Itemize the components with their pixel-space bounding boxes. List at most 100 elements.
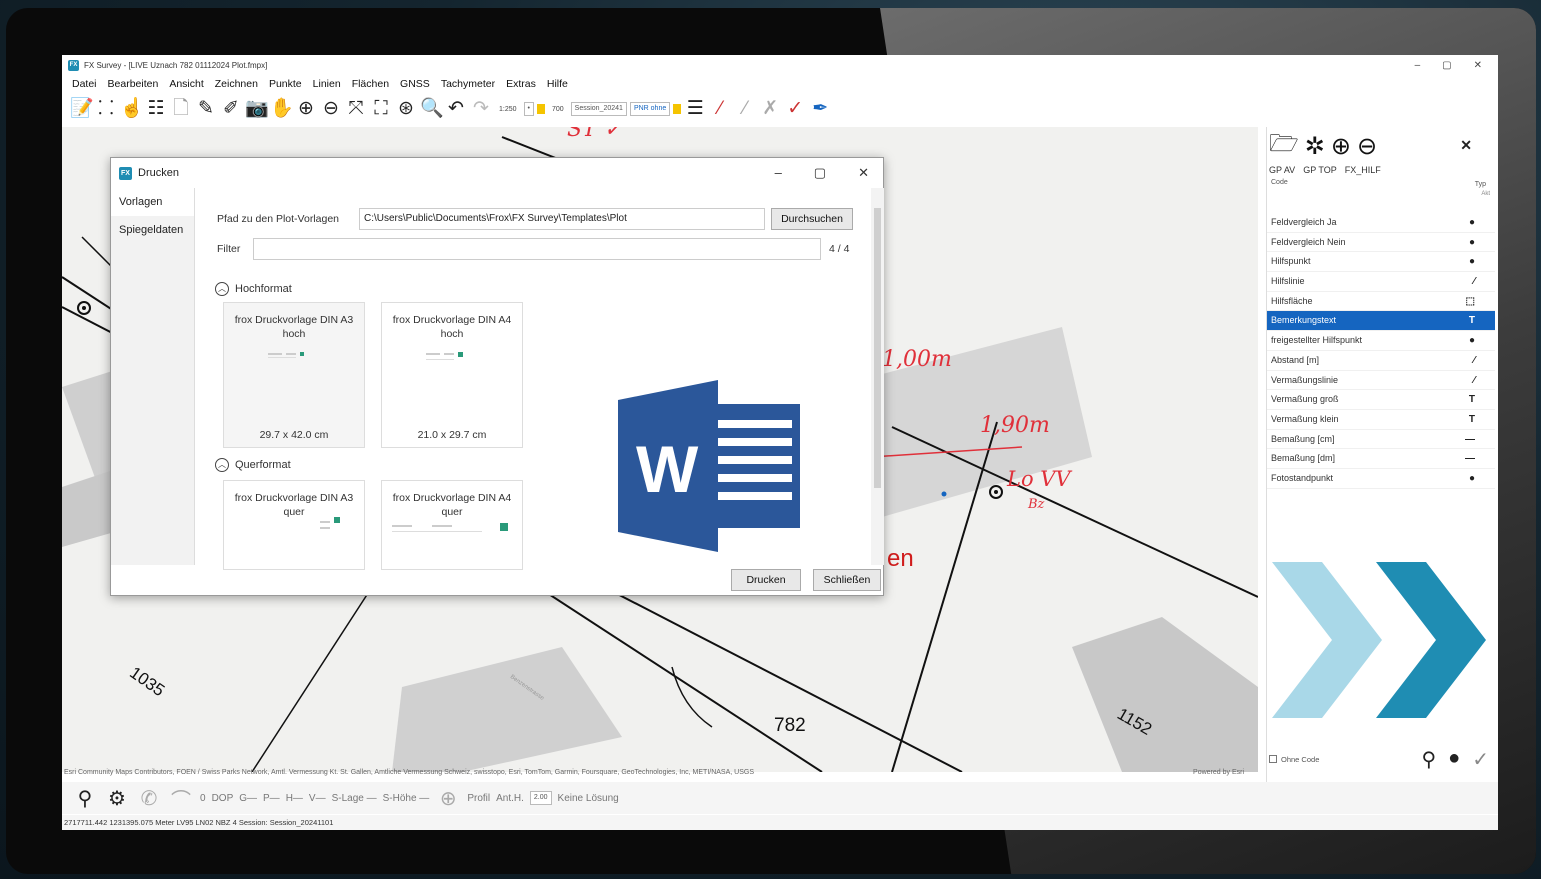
code-list-item[interactable]: Abstand [m] ⁄	[1267, 351, 1495, 371]
satellite-count: 0	[200, 792, 206, 804]
pen-check-icon[interactable]: ✓	[784, 97, 806, 121]
code-list-item[interactable]: Vermaßung klein T	[1267, 410, 1495, 430]
tab-gp-top[interactable]: GP TOP	[1303, 165, 1337, 179]
menu-ansicht[interactable]: Ansicht	[169, 78, 203, 90]
loesung-status: Keine Lösung	[557, 792, 619, 804]
menu-gnss[interactable]: GNSS	[400, 78, 430, 90]
chevrons-icon	[1272, 562, 1486, 718]
ant-h-field[interactable]: 2.00	[529, 791, 552, 805]
select-hand-icon[interactable]: ☝	[120, 97, 144, 121]
menu-datei[interactable]: Datei	[72, 78, 97, 90]
search-map-icon[interactable]: 🔍	[420, 97, 444, 121]
code-list: Feldvergleich Ja ● Feldvergleich Nein ● Hilf…	[1267, 213, 1495, 489]
gnss-settings-icon[interactable]: ⚙	[104, 786, 130, 811]
globe-icon[interactable]: ⊛	[395, 97, 417, 121]
code-list-item[interactable]: Hilfsfläche ⬚	[1267, 292, 1495, 312]
settings-icon[interactable]: ✲	[1305, 132, 1325, 161]
section-hochformat[interactable]: ︿ Hochformat	[215, 282, 292, 296]
point-tool-icon[interactable]: ⸬	[95, 97, 117, 121]
browse-button[interactable]: Durchsuchen	[771, 208, 853, 230]
tab-fx-hilf[interactable]: FX_HILF	[1345, 165, 1381, 179]
menu-flaechen[interactable]: Flächen	[352, 78, 389, 90]
stepper-box[interactable]: •	[523, 102, 534, 116]
remove-circle-icon[interactable]: ⊖	[1357, 132, 1377, 161]
pnr-field[interactable]: PNR ohne	[629, 102, 671, 116]
collapse-icon[interactable]: ︿	[215, 282, 229, 296]
new-document-icon[interactable]: 📝	[70, 97, 94, 121]
list-icon[interactable]: ☷	[145, 97, 167, 121]
code-list-item[interactable]: Vermaßung groß T	[1267, 390, 1495, 410]
save-icon[interactable]: 🗋	[170, 97, 192, 121]
maximize-button[interactable]: ▢	[1442, 60, 1451, 71]
code-list-item[interactable]: Bemaßung [cm] —	[1267, 430, 1495, 450]
menu-zeichnen[interactable]: Zeichnen	[215, 78, 258, 90]
session-field[interactable]: Session_20241	[570, 102, 627, 116]
zoom-extent-icon[interactable]: ⤧	[345, 97, 367, 121]
pen-edit-icon[interactable]: ✐	[220, 97, 242, 121]
code-list-item[interactable]: Feldvergleich Ja ●	[1267, 213, 1495, 233]
code-list-item[interactable]: Hilfslinie ⁄	[1267, 272, 1495, 292]
crosshair-icon[interactable]: ⊕	[435, 786, 461, 811]
gnss-receiver-icon[interactable]: ⚲	[72, 786, 98, 811]
code-list-item[interactable]: Bemaßung [dm] —	[1267, 449, 1495, 469]
filter-input[interactable]	[253, 238, 821, 260]
pencil-icon[interactable]: ✎	[195, 97, 217, 121]
sidebar-item-vorlagen[interactable]: Vorlagen	[111, 188, 194, 216]
code-list-item[interactable]: freigestellter Hilfspunkt ●	[1267, 331, 1495, 351]
pen-red-icon[interactable]: ⁄	[709, 97, 731, 121]
print-button[interactable]: Drucken	[731, 569, 801, 591]
tab-gp-av[interactable]: GP AV	[1269, 165, 1295, 179]
connection-icon[interactable]: ⌒	[168, 784, 194, 813]
menu-punkte[interactable]: Punkte	[269, 78, 302, 90]
confirm-check-icon[interactable]: ✓	[1472, 747, 1489, 772]
minimize-button[interactable]: –	[1415, 60, 1421, 71]
handwriting-bz: Bz	[1028, 497, 1045, 512]
zoom-window-icon[interactable]: ⛶	[370, 97, 392, 121]
scale-label[interactable]: 1:250	[499, 106, 517, 113]
code-list-item[interactable]: Feldvergleich Nein ●	[1267, 233, 1495, 253]
collapse-icon[interactable]: ︿	[215, 458, 229, 472]
scrollbar-thumb[interactable]	[874, 208, 881, 488]
lines-menu-icon[interactable]: ☰	[684, 97, 706, 121]
dialog-maximize-button[interactable]: ▢	[814, 165, 826, 181]
zoom-out-icon[interactable]: ⊖	[320, 97, 342, 121]
sidebar-item-spiegeldaten[interactable]: Spiegeldaten	[111, 216, 194, 244]
section-querformat[interactable]: ︿ Querformat	[215, 458, 291, 472]
pen-grey-icon[interactable]: ⁄	[734, 97, 756, 121]
menu-bearbeiten[interactable]: Bearbeiten	[108, 78, 159, 90]
path-input[interactable]: C:\Users\Public\Documents\Frox\FX Survey…	[359, 208, 765, 230]
undo-icon[interactable]: ↶	[445, 97, 467, 121]
profil-label[interactable]: Profil	[467, 793, 490, 804]
code-list-item[interactable]: Bemerkungstext T	[1267, 311, 1495, 332]
code-list-item[interactable]: Fotostandpunkt ●	[1267, 469, 1495, 489]
menu-tachymeter[interactable]: Tachymeter	[441, 78, 495, 90]
close-dialog-button[interactable]: Schließen	[813, 569, 881, 591]
phone-icon[interactable]: ✆	[136, 786, 162, 811]
redo-icon[interactable]: ↷	[470, 97, 492, 121]
close-button[interactable]: ✕	[1474, 60, 1482, 71]
pan-hand-icon[interactable]: ✋	[270, 97, 294, 121]
dialog-close-button[interactable]: ✕	[858, 165, 869, 181]
template-card-a4-quer[interactable]: frox Druckvorlage DIN A4 quer	[381, 480, 523, 570]
add-circle-icon[interactable]: ⊕	[1331, 132, 1351, 161]
camera-icon[interactable]: 📷	[245, 97, 269, 121]
menu-hilfe[interactable]: Hilfe	[547, 78, 568, 90]
dialog-minimize-button[interactable]: –	[775, 165, 782, 181]
value-700[interactable]: 700	[552, 106, 564, 113]
folder-icon[interactable]: 🗁	[1269, 126, 1299, 167]
code-list-item[interactable]: Hilfspunkt ●	[1267, 252, 1495, 273]
dialog-scrollbar[interactable]	[871, 188, 884, 565]
record-point-icon[interactable]: ●	[1448, 747, 1460, 772]
template-card-a3-hoch[interactable]: frox Druckvorlage DIN A3 hoch 29.7 x 42.…	[223, 302, 365, 448]
marker-icon[interactable]: ✒	[809, 97, 831, 121]
ohne-code-checkbox[interactable]	[1269, 755, 1277, 763]
gnss-antenna-icon[interactable]: ⚲	[1421, 747, 1436, 772]
menu-linien[interactable]: Linien	[313, 78, 341, 90]
template-card-a4-hoch[interactable]: frox Druckvorlage DIN A4 hoch 21.0 x 29.…	[381, 302, 523, 448]
zoom-in-icon[interactable]: ⊕	[295, 97, 317, 121]
pen-x-icon[interactable]: ✗	[759, 97, 781, 121]
template-card-a3-quer[interactable]: frox Druckvorlage DIN A3 quer	[223, 480, 365, 570]
panel-close-icon[interactable]: ✕	[1460, 137, 1472, 154]
code-list-item[interactable]: Vermaßungslinie ⁄	[1267, 371, 1495, 391]
menu-extras[interactable]: Extras	[506, 78, 536, 90]
